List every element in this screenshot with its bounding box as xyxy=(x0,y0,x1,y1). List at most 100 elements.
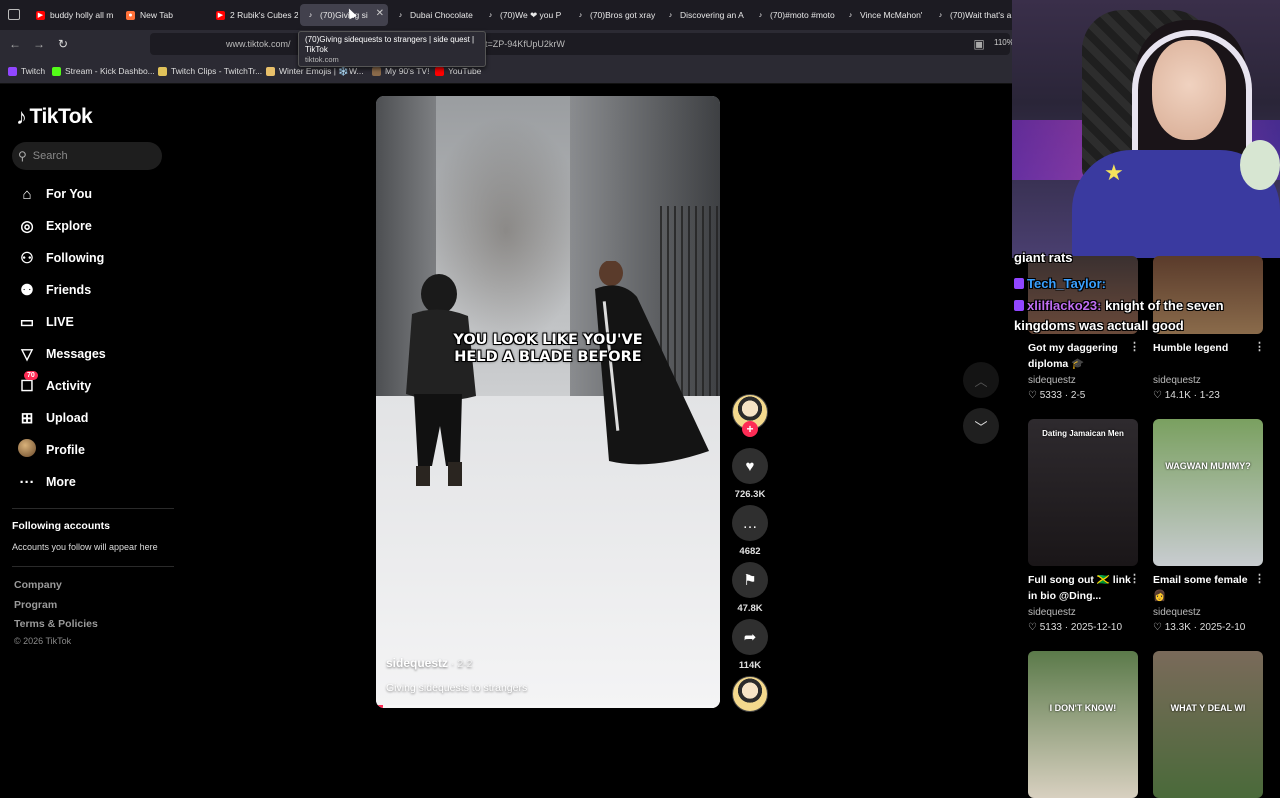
sidebar-item-upload[interactable]: ⊞ Upload xyxy=(16,407,89,429)
footer-terms-link[interactable]: Terms & Policies xyxy=(14,618,98,630)
sidebar-item-more[interactable]: ··· More xyxy=(16,471,76,493)
sidebar-item-messages[interactable]: ▽ Messages xyxy=(16,343,106,365)
bookmark-label: Winter Emojis | ❄️W... xyxy=(279,66,364,76)
browser-tab[interactable]: ♪ Discovering an A xyxy=(660,4,748,26)
bookmark-item[interactable]: Stream - Kick Dashbo... xyxy=(52,66,155,76)
tiktok-icon: ♪ xyxy=(398,11,403,19)
sidebar-item-label: LIVE xyxy=(46,315,74,329)
tooltip-title: (70)Giving sidequests to strangers | sid… xyxy=(305,35,475,54)
tab-title: Discovering an A xyxy=(680,10,744,20)
twitch-icon xyxy=(1014,300,1024,311)
tab-title: (70)Wait that's a xyxy=(950,10,1012,20)
live-icon: ▭ xyxy=(19,314,35,331)
close-tab-icon[interactable]: ✕ xyxy=(376,8,384,19)
next-video-button[interactable]: ﹀ xyxy=(963,408,999,444)
share-button[interactable]: ➦ xyxy=(732,619,768,655)
activity-icon: ☐ 70 xyxy=(16,371,38,395)
bookmark-favicon-icon xyxy=(8,66,17,76)
browser-tab[interactable]: ♪ Dubai Chocolate xyxy=(390,4,478,26)
browser-tab[interactable]: ● New Tab xyxy=(120,4,208,26)
zoom-level[interactable]: 110% xyxy=(994,38,1014,47)
browser-tab[interactable]: ♪ (70)#moto #moto xyxy=(750,4,838,26)
tooltip-domain: tiktok.com xyxy=(305,55,339,64)
card-author[interactable]: sidequestz xyxy=(1028,607,1076,618)
bookmark-button[interactable]: ⚑ xyxy=(732,562,768,598)
comment-icon: … xyxy=(742,514,758,532)
card-author[interactable]: sidequestz xyxy=(1153,375,1201,386)
like-count: 726.3K xyxy=(734,489,766,500)
video-author-name[interactable]: sidequestz xyxy=(386,656,448,670)
video-thumbnail[interactable]: WAGWAN MUMMY? xyxy=(1153,419,1263,566)
forward-icon[interactable]: → xyxy=(30,35,48,53)
browser-tab[interactable]: ♪ (70)Giving si ✕ xyxy=(300,4,388,26)
follow-plus-icon[interactable]: + xyxy=(742,421,758,437)
more-options-icon[interactable]: ⋮ xyxy=(1129,572,1140,585)
browser-tab[interactable]: ♪ Vince McMahon' xyxy=(840,4,928,26)
video-author[interactable]: sidequestz · 2-2 xyxy=(386,656,473,670)
sidebar-item-explore[interactable]: ◎ Explore xyxy=(16,215,91,237)
tab-overview-icon[interactable] xyxy=(8,9,20,20)
sidebar-item-friends[interactable]: ⚉ Friends xyxy=(16,279,91,301)
footer-company-link[interactable]: Company xyxy=(14,579,62,591)
sidebar-divider xyxy=(12,508,174,509)
chevron-down-icon: ﹀ xyxy=(974,419,988,435)
tab-title: 2 Rubik's Cubes 2 xyxy=(230,10,298,20)
video-progress-bar[interactable] xyxy=(376,705,720,708)
bookmark-item[interactable]: Twitch Clips - TwitchTr... xyxy=(158,66,262,76)
comment-button[interactable]: … xyxy=(732,505,768,541)
previous-video-button[interactable]: ︿ xyxy=(963,362,999,398)
browser-tab[interactable]: ♪ (70)Bros got xray xyxy=(570,4,658,26)
tiktok-logo[interactable]: ♪ TikTok xyxy=(16,104,93,130)
bookmark-icon: ⚑ xyxy=(743,572,757,589)
reader-view-icon[interactable]: ▣ xyxy=(970,35,988,53)
card-title[interactable]: Email some female 👩 xyxy=(1153,572,1261,604)
thumbnail-text: Dating Jamaican Men xyxy=(1042,429,1124,438)
card-title[interactable]: Got my daggering diploma 🎓 xyxy=(1028,340,1136,372)
sidebar-item-label: Upload xyxy=(46,411,89,425)
video-thumbnail[interactable]: Dating Jamaican Men xyxy=(1028,419,1138,566)
bookmarks-bar: Twitch Stream - Kick Dashbo... Twitch Clip… xyxy=(0,58,1012,84)
sidebar-item-for-you[interactable]: ⌂ For You xyxy=(16,183,92,205)
more-options-icon[interactable]: ⋮ xyxy=(1254,340,1265,353)
browser-tab[interactable]: ♪ (70)Wait that's a xyxy=(930,4,1018,26)
bookmark-item[interactable]: YouTube xyxy=(435,66,481,76)
sidebar-item-label: For You xyxy=(46,187,93,201)
browser-toolbar: ← → ↻ ⛉ 🔒︎ ⇄ ⊘ www.tiktok.com/ 1&_t=ZP-9… xyxy=(0,30,1014,58)
sidebar-item-following[interactable]: ⚇ Following xyxy=(16,247,104,269)
video-thumbnail[interactable]: I DON'T KNOW! xyxy=(1028,651,1138,798)
browser-tab[interactable]: ♪ (70)We ❤ you P xyxy=(480,4,568,26)
video-thumbnail[interactable]: WHAT Y DEAL WI xyxy=(1153,651,1263,798)
bookmark-favicon-icon xyxy=(266,67,275,76)
profile-avatar xyxy=(16,439,38,461)
sidebar-item-activity[interactable]: ☐ 70 Activity xyxy=(16,371,92,397)
tab-title: Dubai Chocolate xyxy=(410,10,473,20)
card-title[interactable]: Full song out 🇯🇲 link in bio @Ding... xyxy=(1028,572,1136,604)
heart-outline-icon: ♡ xyxy=(1028,390,1037,401)
bookmark-item[interactable]: Winter Emojis | ❄️W... xyxy=(266,66,364,77)
browser-tab[interactable]: ▶ 2 Rubik's Cubes 2 xyxy=(210,4,298,26)
thumbnail-text: I DON'T KNOW! xyxy=(1049,703,1117,713)
footer-program-link[interactable]: Program xyxy=(14,599,57,611)
more-options-icon[interactable]: ⋮ xyxy=(1254,572,1265,585)
sidebar-item-label: Activity xyxy=(46,379,92,393)
card-author[interactable]: sidequestz xyxy=(1028,375,1076,386)
thumbnail-text: WHAT Y DEAL WI xyxy=(1170,703,1246,713)
sidebar-item-profile[interactable]: Profile xyxy=(16,439,85,461)
heart-outline-icon: ♡ xyxy=(1028,622,1037,633)
video-player[interactable]: YOU LOOK LIKE YOU'VE HELD A BLADE BEFORE… xyxy=(376,96,720,708)
bookmark-item[interactable]: Twitch xyxy=(8,66,45,76)
sidebar-item-live[interactable]: ▭ LIVE xyxy=(16,311,74,333)
sound-avatar[interactable] xyxy=(732,676,768,712)
bookmark-label: YouTube xyxy=(448,66,482,76)
search-input[interactable]: ⚲ Search xyxy=(12,142,162,170)
bookmark-item[interactable]: My 90's TV! xyxy=(372,66,429,76)
back-icon[interactable]: ← xyxy=(6,35,24,53)
address-bar[interactable]: www.tiktok.com/ 1&_t=ZP-94KfUpU2krW xyxy=(150,33,1010,55)
more-options-icon[interactable]: ⋮ xyxy=(1129,340,1140,353)
card-title[interactable]: Humble legend xyxy=(1153,340,1261,356)
like-button[interactable]: ♥ xyxy=(732,448,768,484)
reload-icon[interactable]: ↻ xyxy=(54,35,72,53)
card-author[interactable]: sidequestz xyxy=(1153,607,1201,618)
browser-tab[interactable]: ▶ buddy holly all m xyxy=(30,4,118,26)
twitch-icon xyxy=(1014,278,1024,289)
